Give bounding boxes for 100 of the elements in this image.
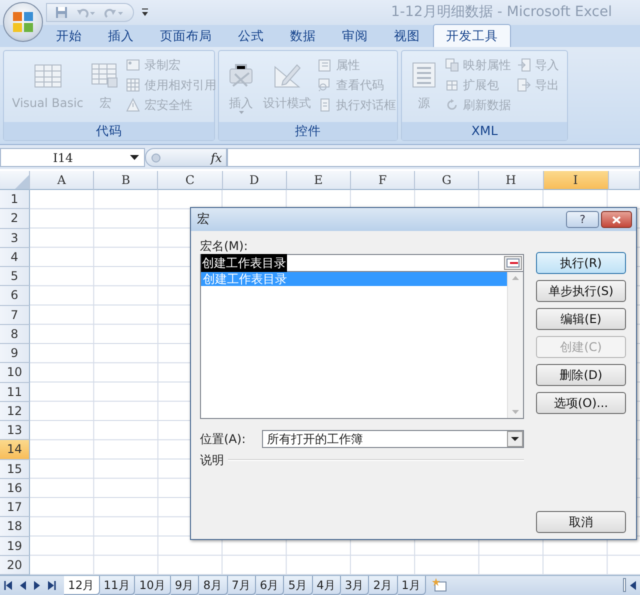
group-label: 代码 — [4, 122, 214, 140]
column-header[interactable]: D — [222, 171, 287, 190]
row-header[interactable]: 8 — [0, 324, 30, 344]
last-sheet-button[interactable] — [48, 580, 56, 590]
sheet-tab[interactable]: 10月 — [135, 576, 171, 595]
ribbon-tab[interactable]: 开始 — [43, 24, 95, 47]
insert-function-button[interactable]: fx — [210, 148, 222, 166]
row-header[interactable]: 13 — [0, 421, 30, 440]
sheet-tab[interactable]: 8月 — [199, 576, 228, 595]
ribbon-tab[interactable]: 开发工具 — [433, 24, 511, 47]
insert-sheet-button[interactable] — [432, 578, 448, 592]
column-header[interactable]: C — [158, 171, 223, 190]
row-header[interactable]: 2 — [0, 209, 30, 228]
dropdown-caret-icon[interactable] — [130, 155, 139, 160]
location-dropdown[interactable]: 所有打开的工作簿 — [262, 430, 524, 448]
ribbon-tab[interactable]: 页面布局 — [147, 24, 225, 47]
column-header[interactable]: G — [415, 171, 480, 190]
import-icon — [517, 58, 531, 72]
sheet-tab[interactable]: 9月 — [170, 576, 200, 595]
row-header[interactable]: 15 — [0, 460, 30, 479]
group-label: XML — [402, 122, 567, 140]
ribbon-tab[interactable]: 审阅 — [329, 24, 381, 47]
dialog-title: 宏 — [197, 210, 211, 228]
column-header[interactable]: E — [286, 171, 351, 190]
select-all-corner[interactable] — [0, 171, 30, 190]
column-header[interactable]: F — [350, 171, 416, 190]
dropdown-caret-icon[interactable] — [507, 431, 523, 447]
corner-triangle-icon — [15, 175, 29, 189]
ribbon-tab[interactable]: 公式 — [225, 24, 277, 47]
close-button[interactable] — [601, 211, 632, 228]
sheet-tab[interactable]: 6月 — [256, 576, 284, 595]
row-header[interactable]: 12 — [0, 402, 30, 421]
row-header[interactable]: 16 — [0, 478, 30, 498]
sheet-tab[interactable]: 3月 — [340, 576, 370, 595]
row-header[interactable]: 9 — [0, 344, 30, 364]
warning-icon — [126, 98, 140, 112]
sheet-tab[interactable]: 5月 — [284, 576, 313, 595]
row-header[interactable]: 18 — [0, 517, 30, 536]
redo-icon[interactable] — [104, 6, 124, 18]
row-header[interactable]: 14 — [0, 440, 30, 460]
sheet-tab[interactable]: 7月 — [228, 576, 256, 595]
row-header[interactable]: 20 — [0, 556, 30, 575]
toolbox-icon — [227, 61, 255, 89]
logo-icon — [12, 11, 34, 33]
group-label: 控件 — [219, 122, 397, 140]
dialog-button[interactable]: 编辑(E) — [536, 308, 626, 330]
collapse-dialog-button[interactable] — [504, 256, 522, 270]
customize-caret-icon[interactable] — [141, 8, 149, 17]
row-header[interactable]: 19 — [0, 536, 30, 556]
column-header[interactable]: B — [94, 171, 158, 190]
previous-sheet-button[interactable] — [20, 580, 26, 590]
dialog-button[interactable]: 取消 — [536, 511, 626, 533]
row-header[interactable]: 4 — [0, 248, 30, 267]
export-icon — [517, 78, 531, 92]
ribbon-tab[interactable]: 插入 — [95, 24, 147, 47]
window-title: 1-12月明细数据 - Microsoft Excel — [391, 3, 612, 22]
column-header[interactable]: H — [479, 171, 544, 190]
refresh-icon — [445, 98, 459, 112]
row-header[interactable]: 1 — [0, 190, 30, 210]
first-sheet-button[interactable] — [4, 580, 12, 590]
dialog-button[interactable]: 删除(D) — [536, 364, 626, 386]
scrollbar[interactable] — [507, 272, 523, 418]
macro-name-field[interactable]: 创建工作表目录 — [200, 254, 524, 272]
row-header[interactable]: 11 — [0, 382, 30, 402]
help-button[interactable]: ? — [566, 211, 599, 228]
document-icon — [410, 61, 438, 89]
splitter-handle[interactable] — [623, 578, 626, 592]
sheet-tab[interactable]: 2月 — [369, 576, 398, 595]
dialog-button[interactable]: 选项(O)... — [536, 392, 626, 414]
field-label: 宏名(M): — [200, 238, 249, 254]
row-header[interactable]: 17 — [0, 498, 30, 518]
row-header[interactable]: 10 — [0, 363, 30, 382]
row-header[interactable]: 6 — [0, 286, 30, 306]
sheet-tab[interactable]: 4月 — [312, 576, 341, 595]
name-box[interactable]: I14 — [0, 148, 145, 167]
sheet-tab[interactable]: 1月 — [398, 576, 426, 595]
ribbon-tab[interactable]: 视图 — [381, 24, 433, 47]
next-sheet-button[interactable] — [34, 580, 40, 590]
section-label: 说明 — [200, 452, 224, 469]
grip-icon — [151, 152, 161, 162]
formula-field[interactable] — [227, 148, 640, 167]
ribbon-tab[interactable]: 数据 — [277, 24, 329, 47]
close-icon — [612, 216, 621, 224]
column-header[interactable] — [608, 171, 640, 190]
scroll-up-icon — [512, 276, 519, 280]
properties-icon — [318, 58, 332, 72]
scroll-left-button[interactable] — [630, 580, 636, 590]
column-header[interactable]: I — [544, 171, 608, 190]
dialog-button[interactable]: 执行(R) — [536, 252, 626, 274]
undo-icon[interactable] — [76, 6, 96, 18]
save-icon[interactable] — [55, 6, 68, 19]
spreadsheet-icon — [91, 61, 120, 89]
sheet-tab[interactable]: 11月 — [100, 576, 136, 595]
dialog-button[interactable]: 单步执行(S) — [536, 280, 626, 302]
row-header[interactable]: 5 — [0, 267, 30, 286]
column-header[interactable]: A — [30, 171, 94, 190]
sheet-tab[interactable]: 12月 — [64, 576, 100, 595]
row-header[interactable]: 7 — [0, 306, 30, 325]
record-icon — [126, 58, 140, 72]
row-header[interactable]: 3 — [0, 228, 30, 248]
